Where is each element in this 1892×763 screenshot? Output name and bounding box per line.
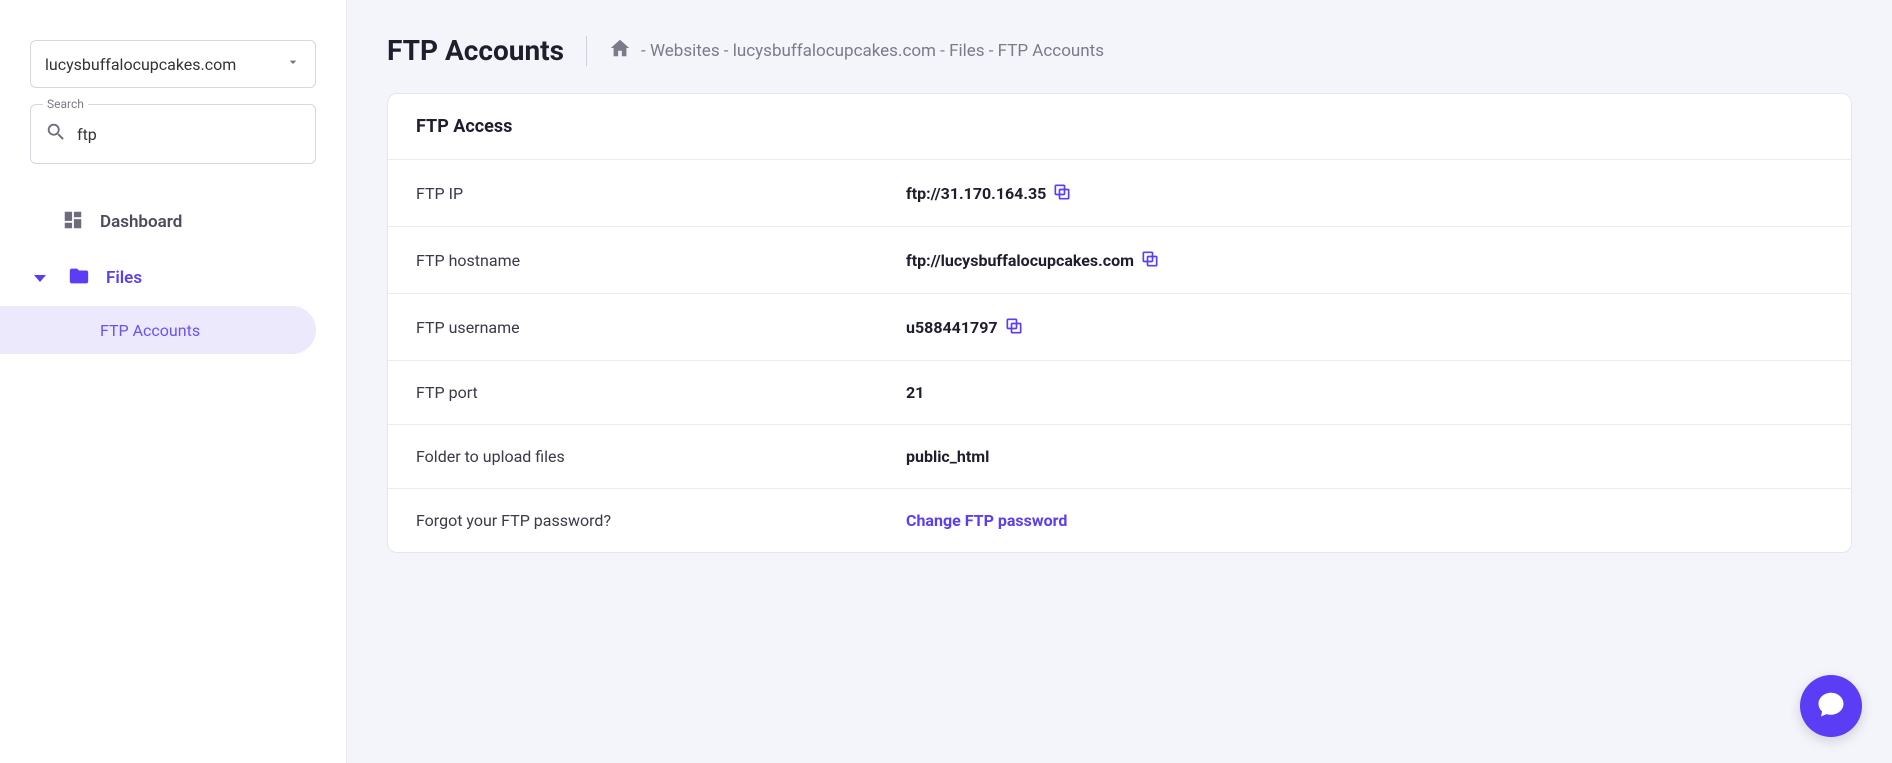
row-ftp-hostname: FTP hostname ftp://lucysbuffalocupcakes.… [388,227,1851,294]
label-folder: Folder to upload files [416,447,906,466]
row-forgot-password: Forgot your FTP password? Change FTP pas… [388,489,1851,552]
label-ftp-username: FTP username [416,318,906,337]
value-ftp-ip: ftp://31.170.164.35 [906,184,1046,203]
row-folder: Folder to upload files public_html [388,425,1851,489]
search-label: Search [43,97,88,111]
row-ftp-username: FTP username u588441797 [388,294,1851,361]
search-field-wrap: Search [30,104,316,164]
copy-icon[interactable] [1004,316,1026,338]
main-content: FTP Accounts - Websites - lucysbuffalocu… [347,0,1892,763]
home-icon[interactable] [609,37,631,64]
sidebar-nav: Dashboard Files FTP Accounts [0,194,346,354]
site-selector-value: lucysbuffalocupcakes.com [45,55,236,74]
search-input[interactable] [77,125,301,144]
chat-icon [1816,689,1846,723]
search-icon [45,121,67,147]
breadcrumb-text: - Websites - lucysbuffalocupcakes.com - … [641,41,1104,61]
change-ftp-password-link[interactable]: Change FTP password [906,511,1067,530]
header-row: FTP Accounts - Websites - lucysbuffalocu… [387,34,1852,67]
value-ftp-hostname: ftp://lucysbuffalocupcakes.com [906,251,1134,270]
row-ftp-ip: FTP IP ftp://31.170.164.35 [388,160,1851,227]
label-ftp-port: FTP port [416,383,906,402]
value-ftp-port: 21 [906,383,924,402]
chevron-down-icon [285,54,301,74]
value-folder: public_html [906,447,989,466]
label-ftp-hostname: FTP hostname [416,251,906,270]
dashboard-icon [62,209,84,236]
nav-item-dashboard[interactable]: Dashboard [0,194,346,250]
site-selector-dropdown[interactable]: lucysbuffalocupcakes.com [30,40,316,88]
card-title: FTP Access [388,94,1851,160]
sidebar: lucysbuffalocupcakes.com Search Dashboar… [0,0,347,763]
breadcrumb[interactable]: - Websites - lucysbuffalocupcakes.com - … [586,36,1104,66]
label-ftp-ip: FTP IP [416,184,906,203]
label-forgot-password: Forgot your FTP password? [416,511,906,530]
copy-icon[interactable] [1052,182,1074,204]
nav-subitem-ftp-accounts[interactable]: FTP Accounts [0,306,316,354]
ftp-access-card: FTP Access FTP IP ftp://31.170.164.35 FT… [387,93,1852,553]
nav-item-files[interactable]: Files [0,250,346,306]
page-title: FTP Accounts [387,34,564,67]
nav-label-dashboard: Dashboard [100,212,182,232]
nav-label-files: Files [106,268,142,288]
copy-icon[interactable] [1140,249,1162,271]
value-ftp-username: u588441797 [906,318,998,337]
nav-sublabel-ftp: FTP Accounts [100,321,200,340]
row-ftp-port: FTP port 21 [388,361,1851,425]
chevron-down-icon [34,275,46,282]
chat-fab-button[interactable] [1800,675,1862,737]
folder-icon [68,265,90,292]
